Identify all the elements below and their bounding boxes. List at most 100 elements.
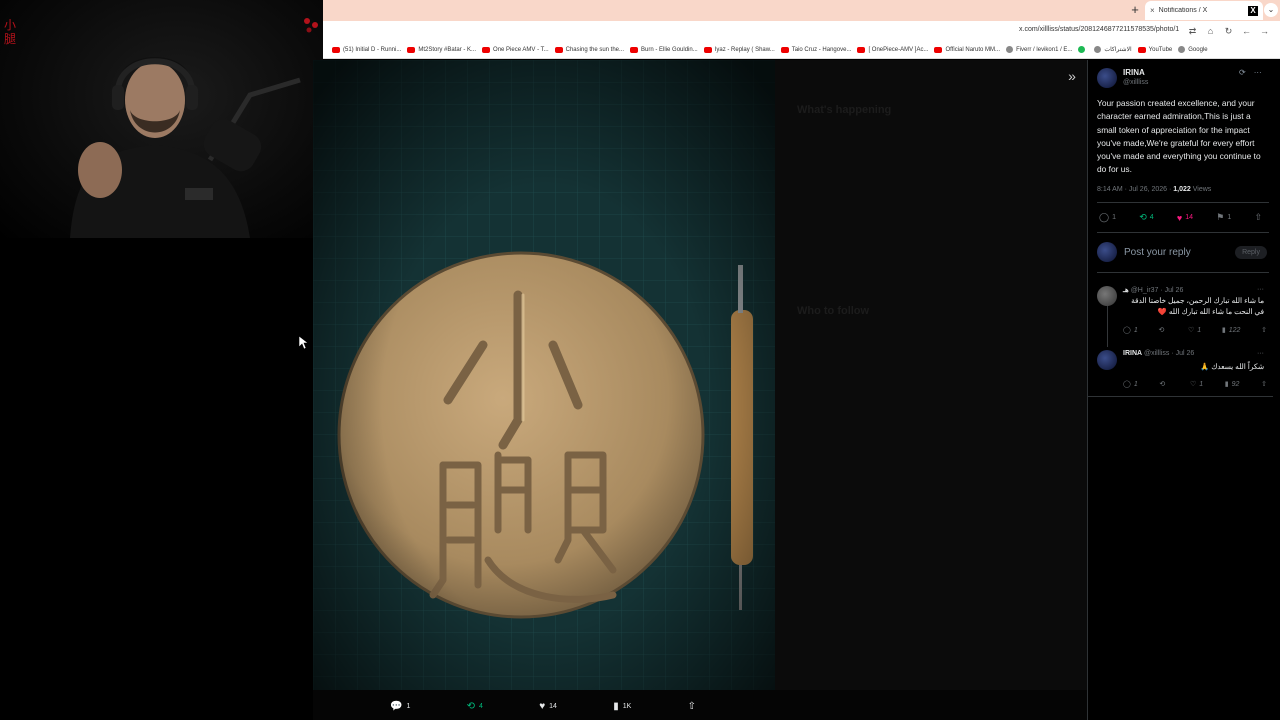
- tweet-bookmark-button[interactable]: ⚑ 1: [1216, 212, 1231, 223]
- media-repost-button[interactable]: ⟲ 4: [467, 698, 483, 714]
- back-icon[interactable]: ←: [1242, 24, 1251, 38]
- home-icon[interactable]: ⌂: [1206, 24, 1215, 38]
- reply-text: شكراً الله يسعدك 🙏: [1200, 362, 1264, 371]
- reply-date[interactable]: · Jul 26: [1160, 287, 1183, 294]
- reply-text: ما شاء الله تبارك الرحمن، جميل خاصتا الد…: [1131, 296, 1264, 316]
- new-tab-button[interactable]: +: [1128, 3, 1142, 17]
- views-count: 1K: [622, 702, 632, 710]
- bookmark-item[interactable]: Iyaz - Replay ( Shaw...: [703, 46, 775, 53]
- like-count: 1: [1197, 326, 1202, 334]
- author-handle[interactable]: @xillliss: [1123, 78, 1148, 88]
- tab-notifications[interactable]: × Notifications / X X: [1145, 1, 1263, 20]
- like-icon: ♥: [1176, 212, 1183, 223]
- bookmark-item[interactable]: One Piece AMV - T...: [482, 46, 549, 53]
- avatar[interactable]: [1097, 68, 1117, 88]
- bookmark-item[interactable]: YouTube: [1137, 46, 1172, 53]
- tweet-time[interactable]: 8:14 AM · Jul 26, 2026 ·: [1097, 186, 1173, 193]
- bookmark-label: Iyaz - Replay ( Shaw...: [714, 46, 775, 53]
- bookmark-item[interactable]: الاشتراكات: [1094, 46, 1132, 53]
- tweet-text: Your passion created excellence, and you…: [1097, 98, 1261, 175]
- reply-author-handle[interactable]: @H_ir37: [1131, 287, 1159, 294]
- bookmark-item[interactable]: Official Naruto MM...: [934, 46, 1000, 53]
- avatar: [1097, 242, 1117, 262]
- site-icon: [1178, 46, 1186, 53]
- background-timeline-panel: What's happening Who to follow: [775, 60, 1088, 690]
- grok-icon[interactable]: ⟳: [1239, 68, 1246, 77]
- reply-input[interactable]: Post your reply: [1124, 247, 1228, 258]
- repost-icon: ⟲: [466, 700, 476, 712]
- reply-count: 1: [1133, 380, 1138, 388]
- bookmark-label: Taio Cruz - Hangove...: [791, 46, 852, 53]
- bookmark-item[interactable]: Burn - Ellie Gouldin...: [630, 46, 698, 53]
- reply-count: 1: [1133, 326, 1138, 334]
- translate-icon[interactable]: ⇄: [1188, 24, 1197, 38]
- more-options-icon[interactable]: ···: [1254, 68, 1262, 77]
- tweet-reply-button[interactable]: ◯ 1: [1099, 212, 1116, 223]
- views-count: 92: [1231, 380, 1240, 388]
- bookmark-item[interactable]: Mt2Story #Batar - K...: [407, 46, 477, 53]
- reply-author-name[interactable]: IRINA: [1123, 350, 1142, 357]
- like-icon[interactable]: ♡ 1: [1190, 380, 1203, 389]
- avatar[interactable]: [1097, 286, 1117, 306]
- forward-icon[interactable]: →: [1260, 24, 1269, 38]
- like-count: 14: [1185, 214, 1194, 221]
- avatar[interactable]: [1097, 350, 1117, 370]
- collapse-sidebar-icon[interactable]: »: [1064, 68, 1080, 84]
- reply-icon[interactable]: ◯ 1: [1123, 380, 1138, 389]
- bookmark-item[interactable]: Google: [1178, 46, 1208, 53]
- url-field[interactable]: x.com/xillliss/status/208124687721157853…: [1019, 26, 1179, 33]
- media-like-button[interactable]: ♥ 14: [539, 698, 557, 714]
- tweet-photo[interactable]: [313, 60, 775, 690]
- tweet-tools: ⟳ ···: [1239, 68, 1262, 77]
- faded-trending-heading: What's happening: [797, 104, 892, 116]
- thread-connector: [1107, 305, 1108, 347]
- mouse-cursor-icon: [299, 336, 309, 350]
- reply-header: هـ @H_ir37 · Jul 26: [1123, 286, 1183, 294]
- reply-date[interactable]: · Jul 26: [1171, 350, 1194, 357]
- tweet-like-button[interactable]: ♥ 14: [1177, 212, 1193, 223]
- share-icon[interactable]: ⇧: [1261, 326, 1267, 334]
- list-item[interactable]: هـ @H_ir37 · Jul 26 ··· ما شاء الله تبار…: [1097, 286, 1267, 334]
- bookmark-label: Mt2Story #Batar - K...: [418, 46, 477, 53]
- tab-close-icon[interactable]: ×: [1150, 6, 1155, 15]
- tweet-repost-button[interactable]: ⟲ 4: [1139, 212, 1153, 223]
- bookmark-item[interactable]: [ OnePiece-AMV ]Ac...: [857, 46, 928, 53]
- views-icon[interactable]: ▮ 92: [1225, 380, 1240, 389]
- author-name[interactable]: IRINA: [1123, 68, 1148, 78]
- bookmark-item[interactable]: (51) Initial D - Runni...: [332, 46, 401, 53]
- share-icon[interactable]: ⇧: [1261, 380, 1267, 388]
- site-icon: [1006, 46, 1014, 53]
- tab-title: Notifications / X: [1158, 7, 1208, 14]
- more-options-icon[interactable]: ···: [1257, 350, 1264, 357]
- bookmark-item[interactable]: Taio Cruz - Hangove...: [780, 46, 852, 53]
- repost-icon[interactable]: ⟲: [1158, 326, 1167, 334]
- tweet-share-button[interactable]: ⇧: [1254, 212, 1265, 223]
- share-icon: ⇧: [687, 700, 696, 712]
- bookmark-item[interactable]: Chasing the sun the...: [554, 46, 624, 53]
- reply-icon: 💬: [390, 700, 403, 712]
- reply-button[interactable]: Reply: [1235, 245, 1267, 259]
- corner-kanji-label: 小腿: [3, 18, 16, 46]
- more-options-icon[interactable]: ···: [1257, 286, 1264, 293]
- tweet-views-count: 1,022: [1173, 186, 1191, 193]
- media-share-button[interactable]: ⇧: [688, 698, 700, 714]
- bookmark-item[interactable]: Fiverr / levikon1 / E...: [1006, 46, 1072, 53]
- divider: [1097, 272, 1269, 273]
- tweet-author[interactable]: IRINA @xillliss: [1097, 68, 1148, 88]
- reply-icon[interactable]: ◯ 1: [1123, 326, 1138, 335]
- views-icon[interactable]: ▮ 122: [1222, 326, 1241, 335]
- like-icon[interactable]: ♡ 1: [1188, 326, 1202, 335]
- reload-icon[interactable]: ↻: [1224, 24, 1233, 38]
- bookmark-item[interactable]: [1078, 46, 1088, 53]
- repost-icon[interactable]: ⟲: [1159, 380, 1168, 388]
- media-reply-button[interactable]: 💬 1: [390, 698, 410, 714]
- site-icon: [1094, 46, 1102, 53]
- media-views-button[interactable]: ▮ 1K: [613, 698, 631, 714]
- bookmark-icon: ⚑: [1216, 212, 1225, 222]
- tab-search-menu-button[interactable]: ⌄: [1264, 3, 1278, 17]
- bookmark-label: One Piece AMV - T...: [493, 46, 549, 53]
- list-item[interactable]: IRINA @xillliss · Jul 26 ··· شكراً الله …: [1097, 350, 1267, 388]
- bookmark-label: Fiverr / levikon1 / E...: [1016, 46, 1073, 53]
- reply-author-handle[interactable]: @xillliss: [1144, 350, 1169, 357]
- reply-author-name[interactable]: هـ: [1123, 287, 1129, 294]
